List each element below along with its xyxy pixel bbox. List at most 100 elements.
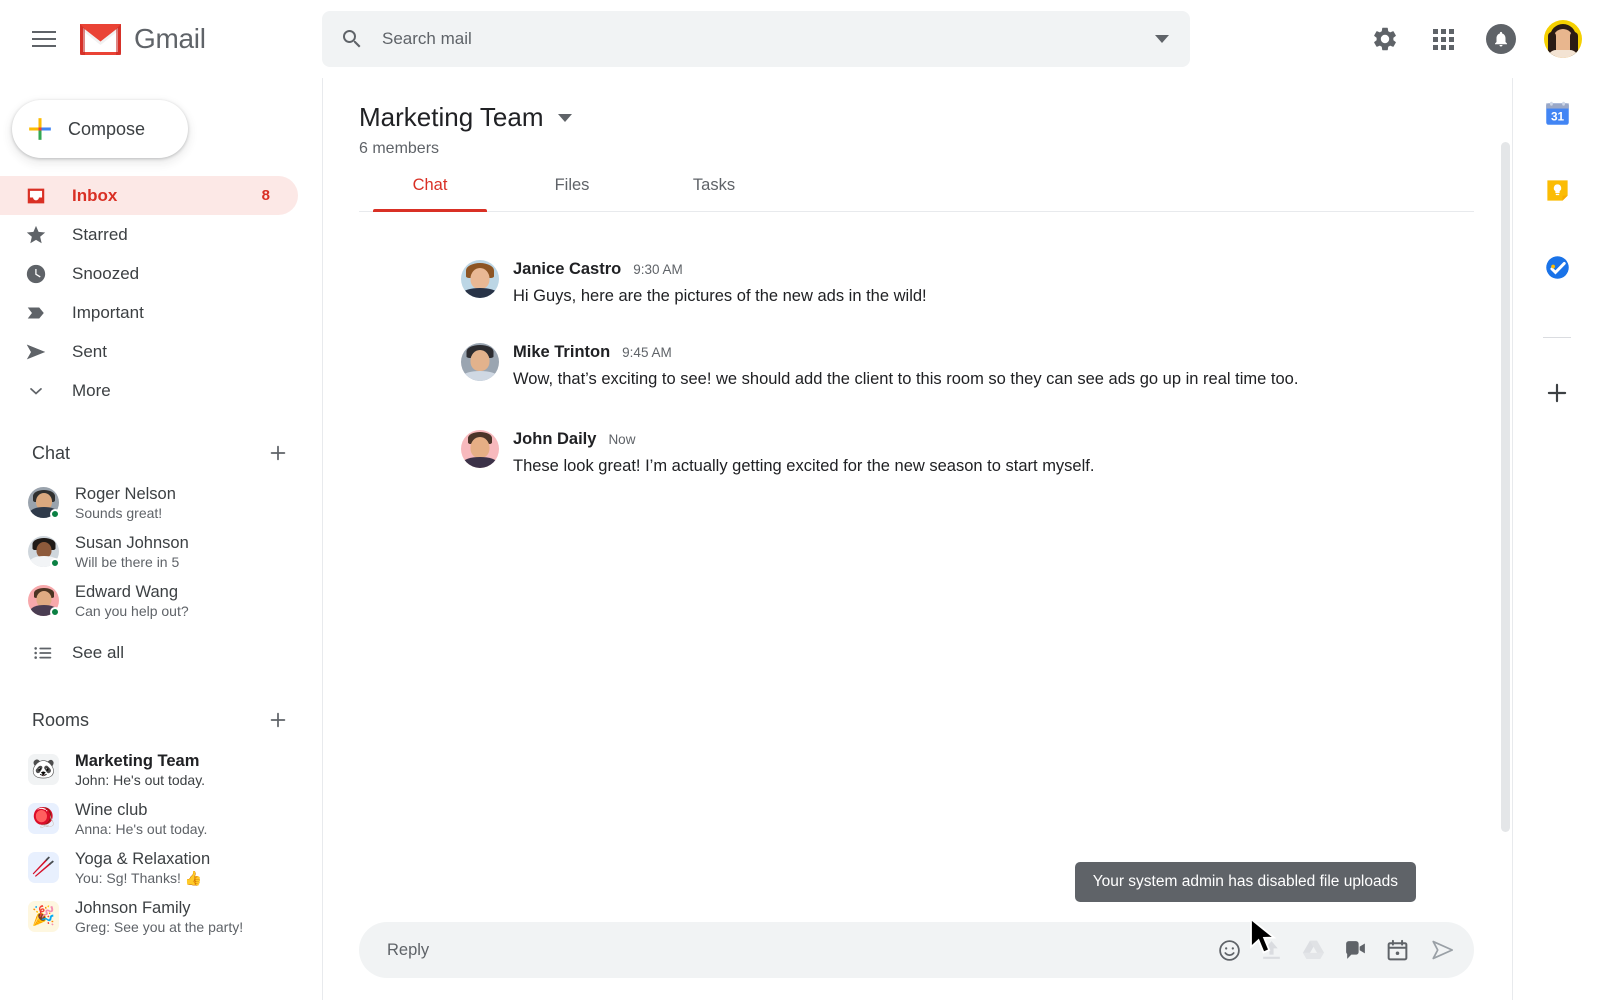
google-drive-icon[interactable] xyxy=(1300,937,1326,963)
presence-online-indicator xyxy=(50,509,60,519)
room-name: Johnson Family xyxy=(75,898,191,917)
search-bar[interactable] xyxy=(322,11,1190,67)
chat-contact-susan-johnson[interactable]: Susan Johnson Will be there in 5 xyxy=(0,527,322,576)
message-author: Mike Trinton xyxy=(513,343,611,361)
main-menu-icon[interactable] xyxy=(20,15,68,63)
see-all-label: See all xyxy=(72,643,124,662)
add-chat-plus-icon[interactable] xyxy=(266,441,290,465)
google-tasks-icon[interactable] xyxy=(1544,254,1570,280)
gmail-logo[interactable]: Gmail xyxy=(80,23,206,55)
add-room-plus-icon[interactable] xyxy=(266,708,290,732)
presence-online-indicator xyxy=(50,607,60,617)
avatar xyxy=(461,343,499,381)
chat-scrollbar-thumb[interactable] xyxy=(1501,142,1510,832)
see-all-chats-button[interactable]: See all xyxy=(0,629,322,677)
room-snippet: Greg: See you at the party! xyxy=(75,918,244,935)
room-item-marketing-team[interactable]: 🐼 Marketing Team John: He's out today. xyxy=(0,745,322,794)
avatar[interactable] xyxy=(1544,20,1582,58)
room-name: Marketing Team xyxy=(75,751,200,770)
bell-icon[interactable] xyxy=(1486,24,1516,54)
video-call-icon[interactable] xyxy=(1342,937,1368,963)
search-input[interactable] xyxy=(382,29,1134,49)
google-keep-icon[interactable] xyxy=(1544,177,1570,203)
room-title-chevron-down-icon[interactable] xyxy=(557,113,572,122)
sidebar-item-label: Starred xyxy=(72,224,128,244)
avatar-body xyxy=(1548,50,1578,58)
calendar-invite-icon[interactable] xyxy=(1384,937,1410,963)
caret xyxy=(1155,35,1169,43)
presence-online-indicator xyxy=(50,558,60,568)
room-item-yoga-relaxation[interactable]: 🥢 Yoga & Relaxation You: Sg! Thanks! 👍 xyxy=(0,843,322,892)
reply-composer[interactable] xyxy=(359,922,1474,978)
message-text: Wow, that’s exciting to see! we should a… xyxy=(513,370,1299,388)
list-icon xyxy=(32,642,72,664)
left-sidebar: Compose Inbox 8 Starred Snoozed Importan… xyxy=(0,78,322,1000)
send-icon[interactable] xyxy=(1430,937,1456,963)
room-name: Wine club xyxy=(75,800,148,819)
message-item: John Daily Now These look great! I’m act… xyxy=(461,430,1452,477)
right-app-rail: 31 xyxy=(1512,78,1600,1000)
message-text: Hi Guys, here are the pictures of the ne… xyxy=(513,287,927,305)
sidebar-item-snoozed[interactable]: Snoozed xyxy=(0,254,298,293)
sidebar-item-more[interactable]: More xyxy=(0,371,298,410)
gmail-wordmark: Gmail xyxy=(134,23,206,54)
sidebar-item-label: Sent xyxy=(72,341,107,361)
room-avatar-toy-icon: 🪀 xyxy=(28,803,59,834)
room-member-count: 6 members xyxy=(359,140,440,157)
emoji-icon[interactable] xyxy=(1216,937,1242,963)
sidebar-item-label: Snoozed xyxy=(72,263,140,283)
avatar xyxy=(461,430,499,468)
avatar xyxy=(28,585,60,617)
gear-icon[interactable] xyxy=(1370,24,1400,54)
sidebar-item-starred[interactable]: Starred xyxy=(0,215,298,254)
reply-input[interactable] xyxy=(387,940,1216,960)
contact-name: Edward Wang xyxy=(75,582,179,601)
composer-area: Your system admin has disabled file uplo… xyxy=(359,862,1474,978)
room-header: Marketing Team 6 members xyxy=(323,78,1512,158)
tab-tasks[interactable]: Tasks xyxy=(643,176,785,211)
chat-scrollbar-track[interactable] xyxy=(1498,78,1512,1000)
tab-files[interactable]: Files xyxy=(501,176,643,211)
caret xyxy=(557,113,572,122)
room-name: Yoga & Relaxation xyxy=(75,849,211,868)
chat-contact-edward-wang[interactable]: Edward Wang Can you help out? xyxy=(0,576,322,625)
apps-grid-icon[interactable] xyxy=(1428,24,1458,54)
gmail-m-logo-icon xyxy=(80,23,121,55)
mail-nav-list: Inbox 8 Starred Snoozed Important Sent M… xyxy=(0,176,322,410)
chat-section-header: Chat xyxy=(0,428,322,478)
chat-room-panel: Marketing Team 6 members Chat Files Task… xyxy=(322,78,1512,1000)
room-avatar-lamp-icon: 🥢 xyxy=(28,852,59,883)
chat-contact-roger-nelson[interactable]: Roger Nelson Sounds great! xyxy=(0,478,322,527)
room-item-wine-club[interactable]: 🪀 Wine club Anna: He's out today. xyxy=(0,794,322,843)
chevron-down-icon xyxy=(0,381,72,401)
hamburger-line xyxy=(32,31,56,33)
room-avatar-panda-icon: 🐼 xyxy=(28,754,59,785)
rooms-section-title: Rooms xyxy=(32,709,90,730)
sidebar-item-label: More xyxy=(72,380,111,400)
message-item: Janice Castro 9:30 AM Hi Guys, here are … xyxy=(461,260,1452,307)
rail-divider xyxy=(1542,337,1571,338)
inbox-icon xyxy=(0,185,72,207)
sidebar-item-inbox[interactable]: Inbox 8 xyxy=(0,176,298,215)
sidebar-item-important[interactable]: Important xyxy=(0,293,298,332)
search-options-chevron-down-icon[interactable] xyxy=(1134,35,1190,43)
room-avatar-party-icon: 🎉 xyxy=(28,901,59,932)
contact-name: Roger Nelson xyxy=(75,484,176,503)
sidebar-item-sent[interactable]: Sent xyxy=(0,332,298,371)
message-text: These look great! I’m actually getting e… xyxy=(513,457,1095,475)
tab-chat[interactable]: Chat xyxy=(359,176,501,212)
google-calendar-icon[interactable]: 31 xyxy=(1544,100,1570,126)
rooms-section-header: Rooms xyxy=(0,695,322,745)
room-item-johnson-family[interactable]: 🎉 Johnson Family Greg: See you at the pa… xyxy=(0,892,322,941)
hamburger-line xyxy=(32,45,56,47)
compose-button[interactable]: Compose xyxy=(12,100,188,158)
upload-disabled-tooltip: Your system admin has disabled file uplo… xyxy=(1074,862,1416,902)
avatar xyxy=(461,260,499,298)
label-important-icon xyxy=(0,302,72,324)
clock-icon xyxy=(0,263,72,285)
top-bar-actions xyxy=(1370,0,1582,78)
add-apps-icon[interactable] xyxy=(1544,380,1570,406)
upload-icon[interactable] xyxy=(1258,937,1284,963)
compose-label: Compose xyxy=(68,118,146,139)
inbox-unread-count: 8 xyxy=(261,187,270,204)
